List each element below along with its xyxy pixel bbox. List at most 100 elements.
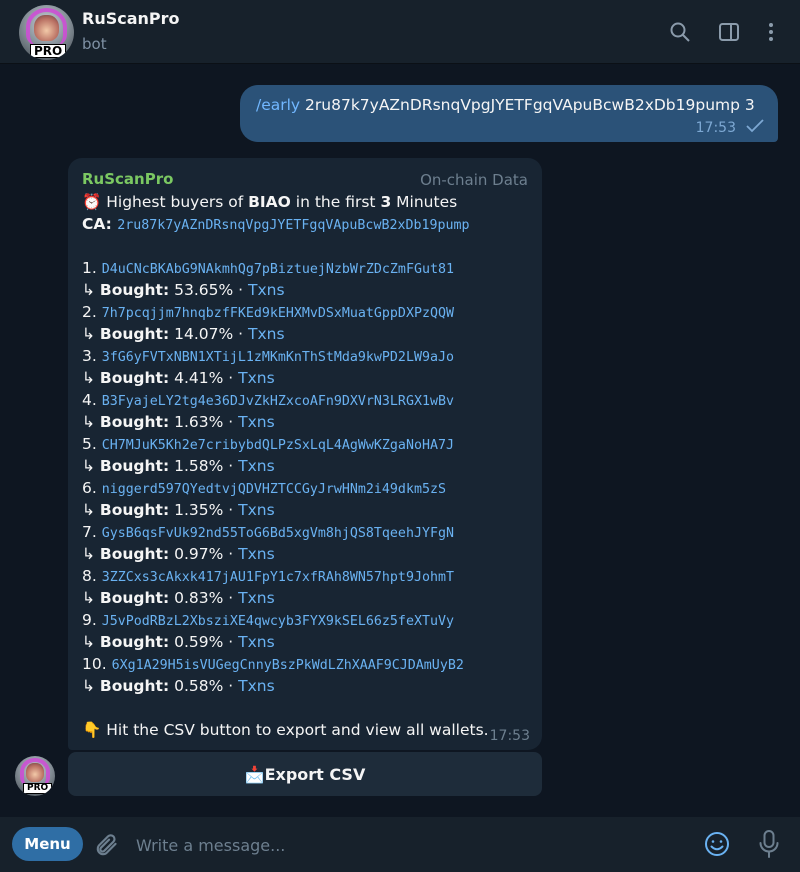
bought-row: ↳ Bought: 4.41% · Txns — [82, 367, 532, 389]
bought-label: Bought: — [99, 501, 170, 519]
message-avatar[interactable]: PRO — [15, 756, 55, 796]
txns-link[interactable]: Txns — [248, 281, 285, 299]
buyer-rank: 4. — [82, 391, 97, 409]
txns-link[interactable]: Txns — [238, 413, 275, 431]
heading-text: Highest buyers of — [101, 193, 249, 211]
bought-label: Bought: — [99, 413, 170, 431]
heading-text: in the first — [290, 193, 381, 211]
heading-line: ⏰ Highest buyers of BIAO in the first 3 … — [82, 191, 532, 213]
message-composer: Menu — [0, 817, 800, 872]
bought-row: ↳ Bought: 0.83% · Txns — [82, 587, 532, 609]
bought-percent: 0.59% — [174, 633, 224, 651]
separator: · — [223, 369, 239, 387]
buyer-row: 10. 6Xg1A29H5isVUGegCnnyBszPkWdLZhXAAF9C… — [82, 653, 532, 675]
chat-status: bot — [82, 35, 107, 53]
bought-row: ↳ Bought: 1.63% · Txns — [82, 411, 532, 433]
buyer-row: 9. J5vPodRBzL2XbsziXE4qwcyb3FYX9kSEL66z5… — [82, 609, 532, 631]
buyer-rank: 2. — [82, 303, 97, 321]
command-link[interactable]: /early — [256, 96, 300, 114]
message-input[interactable] — [134, 829, 678, 861]
paperclip-icon[interactable] — [95, 831, 121, 859]
txns-link[interactable]: Txns — [238, 677, 275, 695]
bought-percent: 0.58% — [174, 677, 224, 695]
buyer-rank: 5. — [82, 435, 97, 453]
wallet-address[interactable]: GysB6qsFvUk92nd55ToG6Bd5xgVm8hjQS8TqeehJ… — [102, 526, 454, 541]
search-icon[interactable] — [668, 20, 692, 44]
export-csv-label: Export CSV — [264, 764, 366, 784]
bought-percent: 53.65% — [174, 281, 234, 299]
avatar-pro-badge: PRO — [23, 783, 53, 795]
outgoing-message[interactable]: /early 2ru87k7yAZnDRsnqVpgJYETFgqVApuBcw… — [240, 85, 778, 142]
bought-arrow: ↳ — [82, 457, 100, 475]
separator: · — [223, 677, 239, 695]
txns-link[interactable]: Txns — [238, 633, 275, 651]
bought-percent: 1.35% — [174, 501, 224, 519]
envelope-icon: 📩 — [244, 764, 265, 784]
separator: · — [233, 325, 248, 343]
bought-percent: 0.97% — [174, 545, 224, 563]
wallet-address[interactable]: niggerd597QYedtvjQDVHZTCCGyJrwHNm2i49dkm… — [102, 482, 446, 497]
separator: · — [223, 457, 239, 475]
minutes-value: 3 — [380, 193, 392, 211]
sidebar-toggle-icon[interactable] — [717, 20, 741, 44]
txns-link[interactable]: Txns — [238, 545, 275, 563]
buyer-rank: 6. — [82, 479, 97, 497]
wallet-address[interactable]: D4uCNcBKAbG9NAkmhQg7pBiztuejNzbWrZDcZmFG… — [102, 262, 454, 277]
pointing-down-icon: 👇 — [82, 721, 102, 739]
menu-button[interactable]: Menu — [12, 827, 83, 861]
buyer-row: 1. D4uCNcBKAbG9NAkmhQg7pBiztuejNzbWrZDcZ… — [82, 257, 532, 279]
separator: · — [223, 589, 239, 607]
heading-text: Minutes — [391, 193, 458, 211]
bot-avatar[interactable]: PRO — [19, 5, 74, 60]
bought-arrow: ↳ — [82, 369, 100, 387]
incoming-time: 17:53 — [489, 728, 530, 744]
bought-percent: 1.58% — [174, 457, 224, 475]
bought-arrow: ↳ — [82, 633, 100, 651]
export-csv-button[interactable]: 📩 Export CSV — [68, 752, 542, 796]
emoji-icon[interactable] — [703, 830, 731, 858]
bought-label: Bought: — [99, 281, 170, 299]
bought-label: Bought: — [99, 677, 170, 695]
chat-title[interactable]: RuScanPro — [82, 9, 180, 28]
txns-link[interactable]: Txns — [248, 325, 285, 343]
more-vertical-icon[interactable] — [759, 20, 783, 44]
bought-label: Bought: — [99, 369, 170, 387]
footer-line: 👇 Hit the CSV button to export and view … — [82, 719, 532, 741]
buyer-rank: 10. — [82, 655, 107, 673]
separator: · — [223, 413, 239, 431]
txns-link[interactable]: Txns — [238, 369, 275, 387]
contract-address[interactable]: 2ru87k7yAZnDRsnqVpgJYETFgqVApuBcwB2xDb19… — [117, 218, 469, 233]
wallet-address[interactable]: 6Xg1A29H5isVUGegCnnyBszPkWdLZhXAAF9CJDAm… — [112, 658, 464, 673]
bought-row: ↳ Bought: 0.59% · Txns — [82, 631, 532, 653]
wallet-address[interactable]: CH7MJuK5Kh2e7cribybdQLPzSxLqL4AgWwKZgaNo… — [102, 438, 454, 453]
txns-link[interactable]: Txns — [238, 589, 275, 607]
footer-text: Hit the CSV button to export and view al… — [101, 721, 489, 739]
microphone-icon[interactable] — [757, 829, 781, 859]
incoming-message[interactable]: RuScanPro On-chain Data ⏰ Highest buyers… — [68, 158, 542, 750]
bought-percent: 1.63% — [174, 413, 224, 431]
buyer-rank: 9. — [82, 611, 97, 629]
avatar-pro-badge: PRO — [30, 43, 67, 58]
txns-link[interactable]: Txns — [238, 501, 275, 519]
bot-badge: On-chain Data — [420, 171, 528, 189]
separator: · — [233, 281, 248, 299]
wallet-address[interactable]: 3fG6yFVTxNBN1XTijL1zMKmKnThStMda9kwPD2LW… — [102, 350, 454, 365]
token-name: BIAO — [248, 193, 291, 211]
buyer-rank: 3. — [82, 347, 97, 365]
buyer-row: 6. niggerd597QYedtvjQDVHZTCCGyJrwHNm2i49… — [82, 477, 532, 499]
wallet-address[interactable]: J5vPodRBzL2XbsziXE4qwcyb3FYX9kSEL66z5feX… — [102, 614, 454, 629]
outgoing-time: 17:53 — [695, 120, 736, 136]
txns-link[interactable]: Txns — [238, 457, 275, 475]
ca-label: CA: — [82, 215, 118, 233]
wallet-address[interactable]: 7h7pcqjjm7hnqbzfFKEd9kEHXMvDSxMuatGppDXP… — [102, 306, 454, 321]
bought-row: ↳ Bought: 1.35% · Txns — [82, 499, 532, 521]
bought-label: Bought: — [99, 633, 170, 651]
bought-label: Bought: — [99, 589, 170, 607]
bought-row: ↳ Bought: 0.58% · Txns — [82, 675, 532, 697]
sender-name[interactable]: RuScanPro — [82, 170, 173, 188]
wallet-address[interactable]: B3FyajeLY2tg4e36DJvZkHZxcoAFn9DXVrN3LRGX… — [102, 394, 454, 409]
wallet-address[interactable]: 3ZZCxs3cAkxk417jAU1FpY1c7xfRAh8WN57hpt9J… — [102, 570, 454, 585]
buyer-row: 8. 3ZZCxs3cAkxk417jAU1FpY1c7xfRAh8WN57hp… — [82, 565, 532, 587]
